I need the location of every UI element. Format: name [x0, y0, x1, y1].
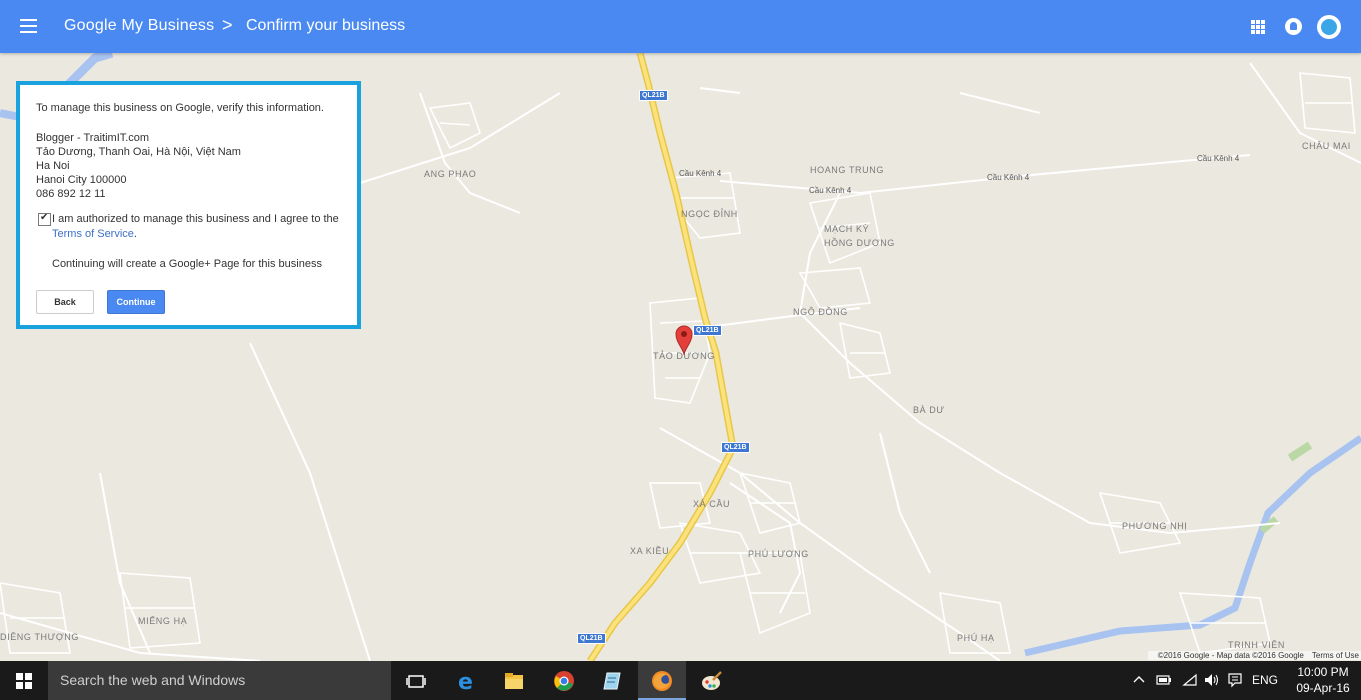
start-button[interactable]: [0, 661, 48, 700]
page-title: Confirm your business: [246, 17, 406, 34]
map-label-chau-mai: CHÂU MAI: [1302, 141, 1351, 151]
action-center-icon[interactable]: [1227, 672, 1243, 688]
clock-time: 10:00 PM: [1297, 665, 1349, 679]
address-line: Tảo Dương, Thanh Oai, Hà Nội, Việt Nam: [36, 146, 241, 158]
back-button[interactable]: Back: [36, 290, 94, 314]
map-label-mach-ky: MẠCH KỲ: [824, 224, 870, 234]
route-shield-ql21b: QL21B: [721, 442, 750, 453]
authorized-checkbox[interactable]: [38, 211, 51, 226]
edge-icon[interactable]: e: [442, 661, 490, 700]
map-label-phu-ha: PHÚ HẠ: [957, 633, 995, 643]
map-pin-icon[interactable]: [674, 323, 694, 355]
hamburger-menu-icon[interactable]: [20, 19, 37, 33]
notepad-icon[interactable]: [588, 661, 636, 700]
verify-business-card: To manage this business on Google, verif…: [16, 81, 361, 329]
input-language-indicator[interactable]: ENG: [1252, 673, 1278, 687]
phone-number: 086 892 12 11: [36, 188, 106, 200]
map-label-phuong-nhi: PHƯƠNG NHỊ: [1122, 521, 1188, 531]
map-label-dieng-thuong: DIÊNG THƯỢNG: [0, 632, 79, 642]
authorization-label: I am authorized to manage this business …: [52, 213, 339, 225]
map-label-hoang-trung: HOANG TRUNG: [810, 165, 884, 175]
map-copyright: ©2016 Google - Map data ©2016 Google Term…: [1147, 651, 1361, 660]
map-label-phu-luong: PHÚ LƯƠNG: [748, 549, 809, 559]
firefox-icon[interactable]: [638, 661, 686, 700]
volume-icon[interactable]: [1203, 672, 1219, 688]
map-label-xa-kieu: XA KIỀU: [630, 546, 670, 556]
road-label-cau-kenh-4: Cầu Kênh 4: [679, 169, 722, 178]
road-label-cau-kenh-4: Cầu Kênh 4: [1197, 154, 1240, 163]
map-label-ang-phao: ANG PHAO: [424, 169, 477, 179]
app-bar: Google My Business > Confirm your busine…: [0, 0, 1361, 53]
map-label-ngoc-dinh: NGỌC ĐỈNH: [681, 209, 738, 219]
windows-taskbar: Search the web and Windows e ENG 10:00 P…: [0, 661, 1361, 700]
map-label-mieng-ha: MIẾNG HẠ: [138, 616, 188, 626]
address-line: Ha Noi: [36, 160, 70, 172]
map-label-ba-du: BÀ DƯ: [913, 405, 945, 415]
taskbar-search-box[interactable]: Search the web and Windows: [48, 661, 391, 700]
route-shield-ql21b: QL21B: [577, 633, 606, 644]
route-shield-ql21b: QL21B: [639, 90, 668, 101]
terms-period: .: [133, 228, 137, 240]
show-hidden-icons-icon[interactable]: [1133, 675, 1145, 683]
address-line: Hanoi City 100000: [36, 174, 127, 186]
taskbar-clock[interactable]: 10:00 PM 09-Apr-16: [1290, 664, 1356, 696]
terms-of-use-link[interactable]: Terms of Use: [1312, 651, 1359, 660]
task-view-icon[interactable]: [392, 661, 440, 700]
windows-logo-icon: [16, 673, 32, 689]
road-label-cau-kenh-4: Cầu Kênh 4: [987, 173, 1030, 182]
business-name: Blogger - TraitimIT.com: [36, 132, 150, 144]
file-explorer-icon[interactable]: [490, 661, 538, 700]
app-title[interactable]: Google My Business: [64, 17, 214, 35]
chrome-icon[interactable]: [540, 661, 588, 700]
route-shield-ql21b: QL21B: [693, 325, 722, 336]
map-label-xa-cau: XÀ CẦU: [693, 499, 731, 509]
paint-icon[interactable]: [688, 661, 736, 700]
terms-of-service-link[interactable]: Terms of Service: [52, 227, 134, 241]
map-label-ngo-dong: NGÔ ĐỒNG: [793, 307, 848, 317]
business-details: Blogger - TraitimIT.com Tảo Dương, Thanh…: [36, 131, 241, 201]
card-intro-text: To manage this business on Google, verif…: [36, 102, 324, 114]
continue-button[interactable]: Continue: [107, 290, 165, 314]
notifications-icon[interactable]: [1285, 18, 1302, 35]
breadcrumb-chevron-icon: >: [222, 15, 233, 35]
road-label-cau-kenh-4: Cầu Kênh 4: [809, 186, 852, 195]
map-copyright-text: ©2016 Google - Map data ©2016 Google: [1157, 651, 1304, 660]
map-label-hong-duong: HỒNG DƯƠNG: [824, 238, 895, 248]
map-label-trinh-vien: TRINH VIÊN: [1228, 640, 1286, 650]
google-plus-info-text: Continuing will create a Google+ Page fo…: [52, 258, 322, 270]
apps-grid-icon[interactable]: [1251, 20, 1265, 34]
battery-icon[interactable]: [1156, 673, 1172, 687]
clock-date: 09-Apr-16: [1296, 681, 1350, 695]
authorization-text: I am authorized to manage this business …: [52, 212, 339, 241]
account-avatar[interactable]: [1317, 15, 1341, 39]
search-placeholder: Search the web and Windows: [60, 672, 246, 688]
svg-text:e: e: [458, 670, 473, 692]
wifi-icon[interactable]: [1182, 673, 1198, 687]
